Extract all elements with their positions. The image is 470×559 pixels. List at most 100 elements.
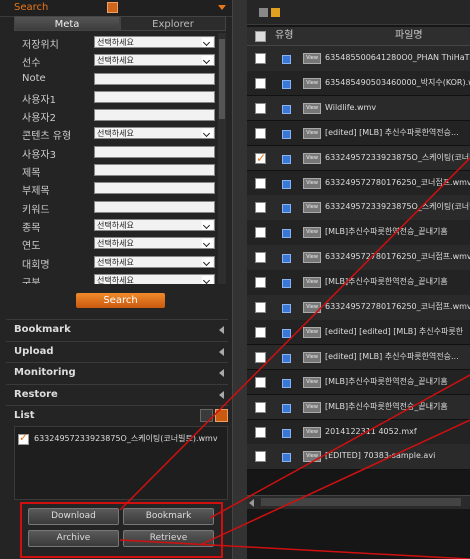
view-badge[interactable]: View	[303, 302, 321, 313]
select-all-checkbox[interactable]	[255, 31, 266, 42]
form-input[interactable]	[94, 182, 215, 195]
table-row[interactable]: View [MLB]추신수파릇한역전승_끝내기홈	[247, 220, 470, 246]
search-button[interactable]: Search	[76, 293, 165, 308]
row-checkbox[interactable]	[255, 252, 266, 264]
view-badge[interactable]: View	[303, 451, 321, 463]
tab-meta[interactable]: Meta	[14, 16, 120, 31]
table-row[interactable]: View [MLB]추신수파릇한역전승_끝내기홈	[247, 270, 470, 296]
row-checkbox[interactable]	[255, 77, 266, 89]
chevron-down-icon[interactable]	[202, 220, 213, 230]
row-checkbox[interactable]	[255, 326, 266, 338]
table-row[interactable]: View 63324957233923875O_스케이팅(코너빌	[247, 195, 470, 221]
section-upload[interactable]: Upload	[6, 341, 228, 361]
table-row[interactable]: View 633249572780176250_코너접프.wmv	[247, 170, 470, 196]
row-checkbox[interactable]	[255, 302, 266, 313]
row-checkbox[interactable]	[255, 376, 266, 388]
chevron-down-icon[interactable]	[202, 38, 213, 47]
grid-view-icon[interactable]	[259, 8, 268, 17]
form-row: 연도 선택하세요	[14, 234, 218, 252]
section-restore[interactable]: Restore	[6, 384, 228, 404]
view-badge[interactable]: View	[303, 351, 321, 363]
view-badge[interactable]: View	[303, 401, 321, 413]
section-monitoring[interactable]: Monitoring	[6, 362, 228, 382]
row-checkbox[interactable]	[255, 351, 266, 363]
form-select[interactable]: 선택하세요	[94, 54, 215, 67]
view-badge[interactable]: View	[303, 127, 321, 139]
header-type[interactable]: 유형	[275, 27, 293, 45]
view-badge[interactable]: View	[303, 326, 321, 338]
table-row[interactable]: View [edited] [edited] [MLB] 추신수파릇한	[247, 319, 470, 346]
view-badge[interactable]: View	[303, 426, 321, 438]
row-checkbox[interactable]	[255, 227, 266, 239]
tab-explorer[interactable]: Explorer	[120, 16, 226, 31]
collapse-caret-icon[interactable]	[218, 5, 226, 10]
list-item[interactable]: 63324957233923875O_스케이팅(코너빌트).wmv	[18, 431, 223, 446]
table-row[interactable]: View 635485490503460000_박지수(KOR).wmv	[247, 70, 470, 97]
row-checkbox[interactable]	[255, 177, 266, 189]
header-filename[interactable]: 파일명	[395, 27, 423, 45]
scroll-left-icon[interactable]	[249, 499, 254, 507]
chevron-down-icon[interactable]	[202, 239, 213, 249]
row-checkbox[interactable]	[255, 401, 266, 413]
table-row[interactable]: View 635485500641280O0_PHAN ThiHaTha...	[247, 46, 470, 72]
form-input[interactable]	[94, 109, 215, 122]
horizontal-scrollbar[interactable]	[247, 495, 470, 509]
view-badge[interactable]: View	[303, 277, 321, 289]
form-input[interactable]	[94, 72, 215, 85]
chevron-down-icon[interactable]	[202, 275, 213, 284]
row-checkbox[interactable]	[255, 127, 266, 139]
form-select[interactable]: 선택하세요	[94, 273, 215, 284]
form-input[interactable]	[94, 164, 215, 177]
form-select[interactable]: 선택하세요	[94, 237, 215, 250]
form-input[interactable]	[94, 90, 215, 103]
form-select[interactable]: 선택하세요	[94, 36, 215, 48]
table-row[interactable]: View 63324957233923875O_스케이팅(코너빌	[247, 145, 470, 172]
list-tool-icon[interactable]	[200, 409, 213, 422]
view-badge[interactable]: View	[303, 77, 321, 89]
row-checkbox[interactable]	[255, 102, 266, 114]
view-badge[interactable]: View	[303, 252, 321, 264]
row-checkbox[interactable]	[255, 53, 266, 64]
download-button[interactable]: Download	[28, 508, 119, 525]
archive-button[interactable]: Archive	[28, 530, 119, 547]
row-checkbox[interactable]	[255, 451, 266, 463]
row-checkbox[interactable]	[255, 146, 266, 170]
table-row[interactable]: View 633249572780176250_코너접프.wmv	[247, 295, 470, 321]
table-row[interactable]: View [edited] [MLB] 추신수파릇한역전승...	[247, 120, 470, 147]
view-badge[interactable]: View	[303, 177, 321, 189]
table-row[interactable]: View [edited] [MLB] 추신수파릇한역전승...	[247, 344, 470, 371]
table-row[interactable]: View Wildlife.wmv	[247, 95, 470, 122]
row-checkbox[interactable]	[255, 202, 266, 214]
table-row[interactable]: View 2014122311 4052.mxf	[247, 419, 470, 445]
row-checkbox[interactable]	[255, 277, 266, 289]
view-badge[interactable]: View	[303, 152, 321, 164]
list-item-checkbox[interactable]	[18, 431, 29, 445]
form-scrollbar[interactable]	[218, 33, 226, 284]
form-scroll-thumb[interactable]	[219, 39, 225, 119]
form-select[interactable]: 선택하세요	[94, 255, 215, 268]
folder-view-icon[interactable]	[271, 8, 280, 17]
table-row[interactable]: View [MLB]추신수파릇한역전승_끝내기홈	[247, 369, 470, 396]
view-badge[interactable]: View	[303, 53, 321, 64]
form-input[interactable]	[94, 200, 215, 213]
form-input[interactable]	[94, 145, 215, 158]
view-badge[interactable]: View	[303, 227, 321, 239]
bookmark-button[interactable]: Bookmark	[123, 508, 214, 525]
table-row[interactable]: View [MLB]추신수파릇한역전승_끝내기홈	[247, 394, 470, 421]
table-row[interactable]: View 633249572780176250_코너접프.wmv	[247, 245, 470, 271]
form-select[interactable]: 선택하세요	[94, 127, 215, 140]
retrieve-button[interactable]: Retrieve	[123, 530, 214, 547]
table-row[interactable]: View [EDITED] 70383-sample.avi	[247, 444, 470, 470]
chevron-down-icon[interactable]	[202, 56, 213, 66]
view-badge[interactable]: View	[303, 102, 321, 114]
list-clear-icon[interactable]	[215, 409, 228, 422]
section-bookmark[interactable]: Bookmark	[6, 319, 228, 339]
view-badge[interactable]: View	[303, 202, 321, 214]
horizontal-scroll-thumb[interactable]	[261, 498, 461, 506]
form-select[interactable]: 선택하세요	[94, 218, 215, 231]
row-checkbox[interactable]	[255, 426, 266, 438]
chevron-down-icon[interactable]	[202, 129, 213, 139]
chevron-down-icon[interactable]	[202, 257, 213, 267]
view-badge[interactable]: View	[303, 376, 321, 388]
folder-icon[interactable]	[107, 2, 118, 13]
